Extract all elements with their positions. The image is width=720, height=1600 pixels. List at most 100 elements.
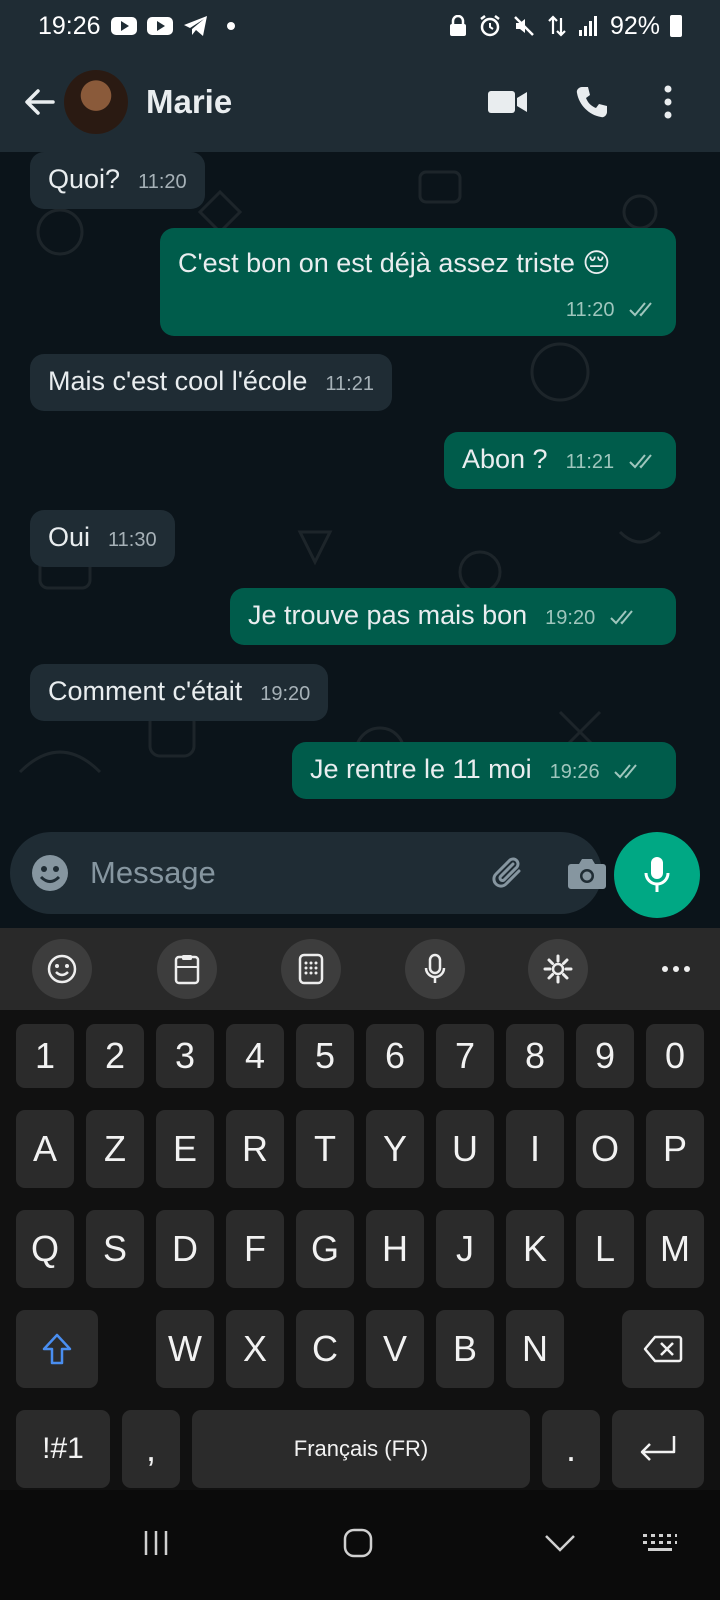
camera-button[interactable] <box>567 853 607 893</box>
message-time: 19:20 <box>545 607 596 629</box>
more-horizontal-icon <box>662 966 690 972</box>
symbols-key[interactable]: !#1 <box>16 1410 110 1488</box>
double-check-icon <box>610 610 633 625</box>
key-8[interactable]: 8 <box>506 1024 564 1088</box>
key-5[interactable]: 5 <box>296 1024 354 1088</box>
more-vertical-icon <box>664 85 672 119</box>
message-outgoing[interactable]: C'est bon on est déjà assez triste 😔 11:… <box>160 228 676 336</box>
shift-key[interactable] <box>16 1310 98 1388</box>
message-time: 11:30 <box>108 529 157 551</box>
microphone-icon <box>644 857 670 892</box>
message-outgoing[interactable]: Abon ? 11:21 <box>444 432 676 489</box>
video-camera-icon <box>488 91 527 113</box>
chat-area[interactable]: Quoi? 11:20 C'est bon on est déjà assez t… <box>0 152 720 828</box>
key-a[interactable]: A <box>16 1110 74 1188</box>
gear-icon <box>543 954 573 984</box>
status-time: 19:26 <box>38 11 101 40</box>
voice-input-button[interactable] <box>405 939 465 999</box>
more-options-button[interactable] <box>638 72 698 132</box>
message-outgoing[interactable]: Je rentre le 11 moi 19:26 <box>292 742 676 799</box>
key-3[interactable]: 3 <box>156 1024 214 1088</box>
avatar[interactable] <box>64 70 128 134</box>
key-q[interactable]: Q <box>16 1210 74 1288</box>
clipboard-button[interactable] <box>157 939 217 999</box>
battery-percent: 92% <box>609 11 660 40</box>
comma-key[interactable]: , <box>122 1410 180 1488</box>
keyboard-emoji-button[interactable] <box>32 939 92 999</box>
message-text: Je trouve pas mais bon <box>248 600 528 630</box>
battery-icon <box>670 15 682 37</box>
message-time: 19:20 <box>260 683 311 705</box>
key-y[interactable]: Y <box>366 1110 424 1188</box>
key-j[interactable]: J <box>436 1210 494 1288</box>
double-check-icon <box>628 454 652 469</box>
key-1[interactable]: 1 <box>16 1024 74 1088</box>
key-9[interactable]: 9 <box>576 1024 634 1088</box>
youtube-icon <box>110 17 137 35</box>
key-w[interactable]: W <box>156 1310 214 1388</box>
key-6[interactable]: 6 <box>366 1024 424 1088</box>
shift-icon <box>42 1333 72 1365</box>
message-incoming[interactable]: Oui 11:30 <box>30 510 175 567</box>
keypad-icon <box>298 953 324 985</box>
key-o[interactable]: O <box>576 1110 634 1188</box>
emoji-button[interactable] <box>30 853 70 893</box>
key-z[interactable]: Z <box>86 1110 144 1188</box>
key-m[interactable]: M <box>646 1210 704 1288</box>
message-text: C'est bon on est déjà assez triste 😔 <box>178 248 611 278</box>
space-bar[interactable]: Français (FR) <box>192 1410 530 1488</box>
system-navigation-bar <box>0 1490 720 1600</box>
keyboard-switch-button[interactable] <box>630 1518 690 1568</box>
key-s[interactable]: S <box>86 1210 144 1288</box>
key-v[interactable]: V <box>366 1310 424 1388</box>
key-7[interactable]: 7 <box>436 1024 494 1088</box>
key-e[interactable]: E <box>156 1110 214 1188</box>
voice-call-button[interactable] <box>562 72 622 132</box>
message-text: Je rentre le 11 moi <box>310 754 532 784</box>
voice-message-button[interactable] <box>614 832 700 918</box>
camera-icon <box>568 859 606 889</box>
message-incoming[interactable]: Comment c'était 19:20 <box>30 664 329 721</box>
key-k[interactable]: K <box>506 1210 564 1288</box>
notification-dot-icon <box>226 22 235 30</box>
data-transfer-icon <box>548 15 566 37</box>
key-u[interactable]: U <box>436 1110 494 1188</box>
keyboard-more-button[interactable] <box>646 939 706 999</box>
key-l[interactable]: L <box>576 1210 634 1288</box>
key-d[interactable]: D <box>156 1210 214 1288</box>
key-f[interactable]: F <box>226 1210 284 1288</box>
keyboard-toolbar <box>0 928 720 1010</box>
key-0[interactable]: 0 <box>646 1024 704 1088</box>
key-g[interactable]: G <box>296 1210 354 1288</box>
enter-key[interactable] <box>612 1410 704 1488</box>
key-x[interactable]: X <box>226 1310 284 1388</box>
keyboard-settings-button[interactable] <box>528 939 588 999</box>
home-button[interactable] <box>328 1518 388 1568</box>
recents-icon <box>144 1531 168 1555</box>
recent-apps-button[interactable] <box>126 1518 186 1568</box>
key-b[interactable]: B <box>436 1310 494 1388</box>
message-input[interactable] <box>90 855 489 891</box>
key-t[interactable]: T <box>296 1110 354 1188</box>
key-2[interactable]: 2 <box>86 1024 144 1088</box>
hide-keyboard-button[interactable] <box>530 1518 590 1568</box>
key-p[interactable]: P <box>646 1110 704 1188</box>
message-incoming[interactable]: Mais c'est cool l'école 11:21 <box>30 354 392 411</box>
period-key[interactable]: . <box>542 1410 600 1488</box>
key-c[interactable]: C <box>296 1310 354 1388</box>
contact-name[interactable]: Marie <box>146 83 232 121</box>
key-4[interactable]: 4 <box>226 1024 284 1088</box>
video-call-button[interactable] <box>478 72 538 132</box>
key-h[interactable]: H <box>366 1210 424 1288</box>
back-button[interactable] <box>8 70 72 134</box>
keyboard-layout-button[interactable] <box>281 939 341 999</box>
backspace-key[interactable] <box>622 1310 704 1388</box>
status-bar: 19:26 92% <box>0 0 720 52</box>
key-n[interactable]: N <box>506 1310 564 1388</box>
attach-button[interactable] <box>489 853 529 893</box>
message-outgoing[interactable]: Je trouve pas mais bon 19:20 <box>230 588 676 645</box>
key-i[interactable]: I <box>506 1110 564 1188</box>
smiley-icon <box>47 954 77 984</box>
key-r[interactable]: R <box>226 1110 284 1188</box>
message-incoming[interactable]: Quoi? 11:20 <box>30 152 205 209</box>
